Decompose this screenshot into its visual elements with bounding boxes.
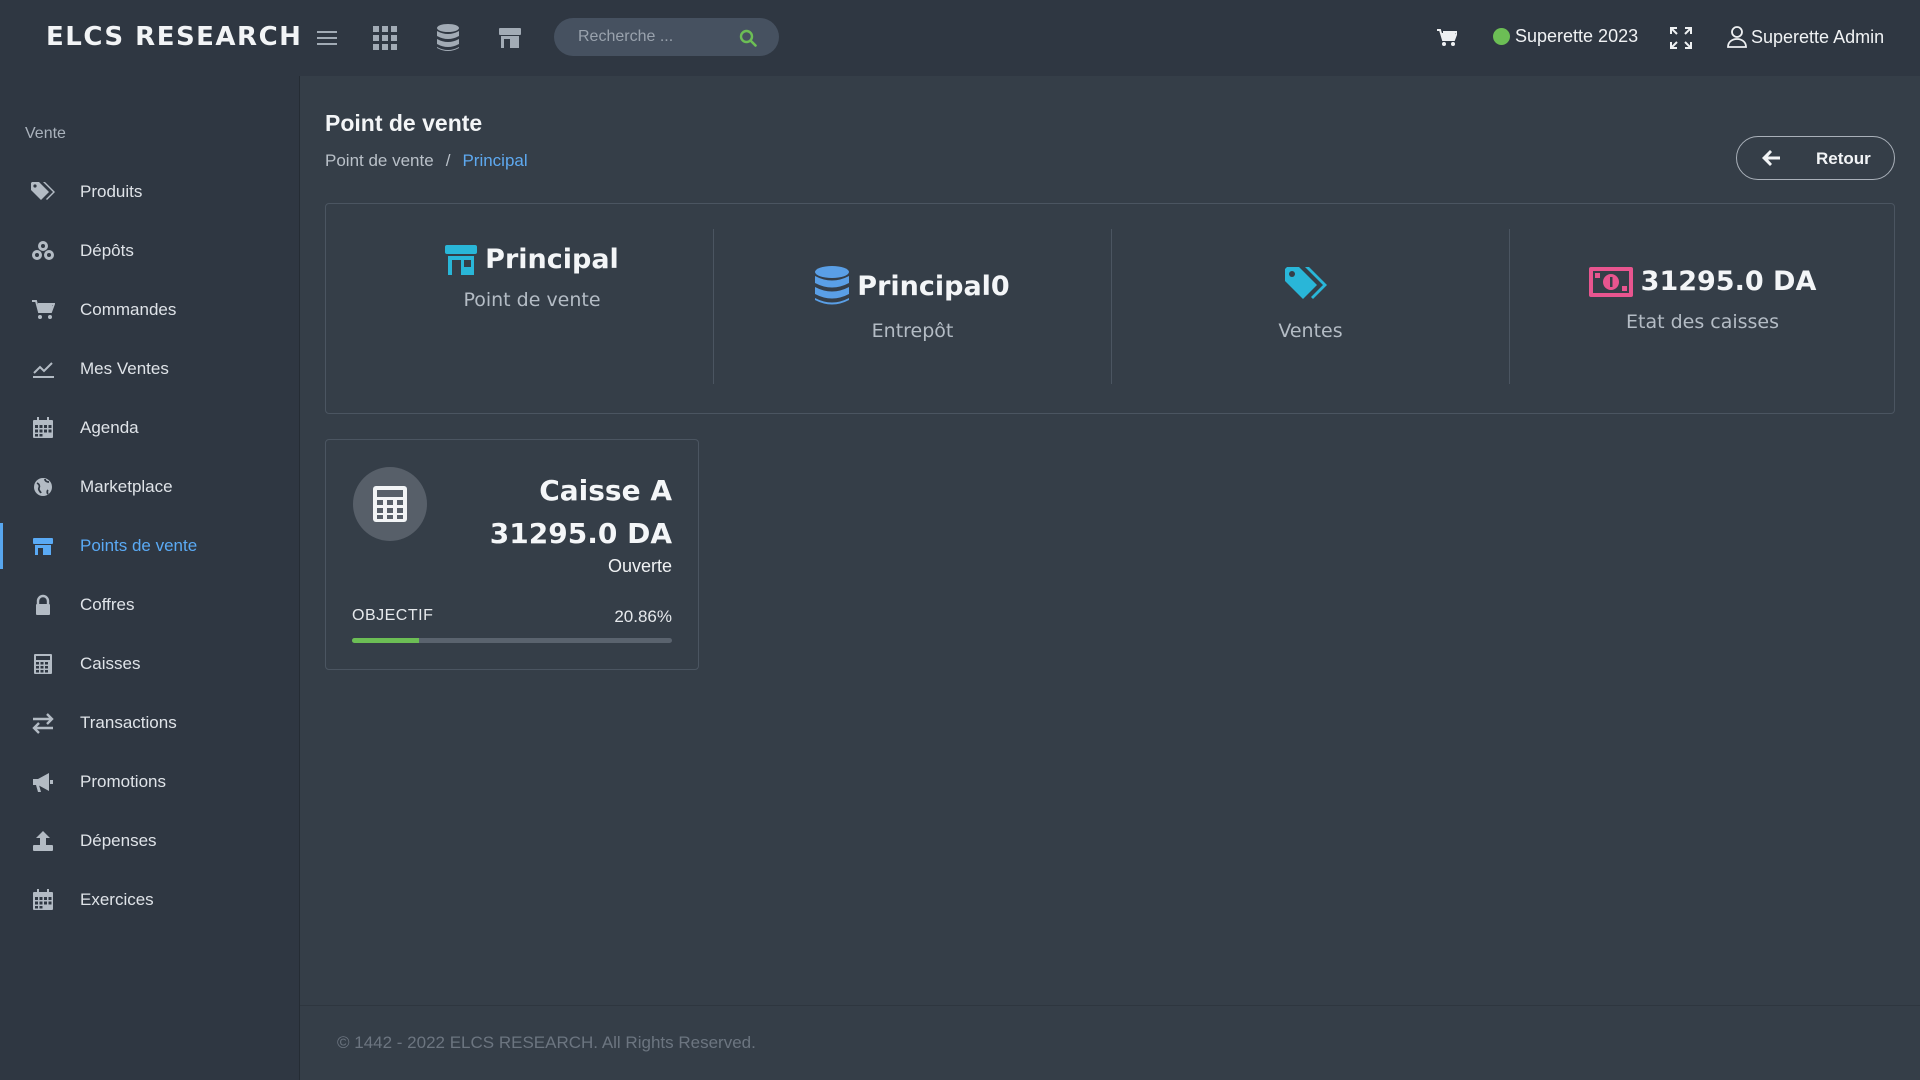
store-icon[interactable] <box>494 22 526 54</box>
sidebar-item-label: Produits <box>80 182 143 201</box>
sidebar-item-depenses[interactable]: Dépenses <box>0 818 299 864</box>
store-icon <box>445 244 478 275</box>
sidebar-item-label: Exercices <box>80 890 154 909</box>
chart-line-icon <box>33 362 54 378</box>
objective-label: OBJECTIF <box>352 607 434 624</box>
arrow-left-icon <box>1762 150 1780 166</box>
stat-value: 31295.0 DA <box>1640 266 1817 297</box>
sidebar-item-label: Mes Ventes <box>80 359 169 378</box>
database-icon <box>815 266 850 305</box>
stat-value: Principal0 <box>857 270 1010 302</box>
sidebar-item-label: Points de vente <box>80 536 198 555</box>
sidebar-item-label: Commandes <box>80 300 177 319</box>
sidebar-item-mes-ventes[interactable]: Mes Ventes <box>0 346 299 392</box>
sidebar-item-caisses[interactable]: Caisses <box>0 641 299 687</box>
objective-progress-bar <box>352 638 672 643</box>
megaphone-icon <box>33 773 53 792</box>
user-icon <box>1727 26 1747 48</box>
sidebar-item-produits[interactable]: Produits <box>0 169 299 215</box>
search-box <box>554 18 779 56</box>
cart-icon[interactable] <box>1431 22 1463 54</box>
globe-icon <box>34 478 52 496</box>
sidebar-item-points-de-vente[interactable]: Points de vente <box>0 523 299 569</box>
sidebar-item-label: Marketplace <box>80 477 173 496</box>
boxes-icon <box>32 241 54 260</box>
sidebar-item-exercices[interactable]: Exercices <box>0 877 299 923</box>
database-icon[interactable] <box>432 22 464 54</box>
calendar-icon <box>33 889 53 910</box>
exchange-icon <box>32 713 54 734</box>
stat-ventes: Ventes <box>1111 229 1509 384</box>
sidebar-item-transactions[interactable]: Transactions <box>0 700 299 746</box>
stat-value: Principal <box>485 244 619 275</box>
sidebar-item-marketplace[interactable]: Marketplace <box>0 464 299 510</box>
status-online-icon <box>1493 28 1510 45</box>
breadcrumb-separator: / <box>445 151 451 170</box>
summary-panel: Principal Point de vente Principal0 Entr… <box>325 203 1895 414</box>
company-name: Superette 2023 <box>1515 26 1639 46</box>
copyright-text: © 1442 - 2022 ELCS RESEARCH. All Rights … <box>337 1033 756 1052</box>
search-input[interactable] <box>578 18 738 56</box>
objective-percent: 20.86% <box>614 607 672 626</box>
sidebar-item-label: Dépenses <box>80 831 157 850</box>
register-amount: 31295.0 DA <box>489 517 672 550</box>
tags-icon <box>31 182 55 200</box>
user-name: Superette Admin <box>1751 26 1885 47</box>
store-icon <box>33 538 53 555</box>
register-card[interactable]: Caisse A 31295.0 DA Ouverte OBJECTIF 20.… <box>325 439 699 670</box>
stat-label: Entrepôt <box>871 320 954 342</box>
stat-entrepot: Principal0 Entrepôt <box>713 229 1111 384</box>
cart-icon <box>32 300 55 319</box>
stat-label: Etat des caisses <box>1625 311 1780 333</box>
objective-progress-fill <box>352 638 419 643</box>
menu-toggle-icon[interactable] <box>311 22 343 54</box>
sidebar-item-label: Promotions <box>80 772 166 791</box>
footer: © 1442 - 2022 ELCS RESEARCH. All Rights … <box>300 1005 1920 1080</box>
sidebar-item-coffres[interactable]: Coffres <box>0 582 299 628</box>
sidebar-item-label: Dépôts <box>80 241 134 260</box>
calculator-icon <box>373 486 407 522</box>
money-bill-icon <box>1588 266 1633 297</box>
register-name: Caisse A <box>539 474 672 507</box>
breadcrumb: Point de vente / Principal <box>325 151 528 171</box>
sidebar-item-promotions[interactable]: Promotions <box>0 759 299 805</box>
lock-icon <box>36 594 50 615</box>
user-menu[interactable]: Superette Admin <box>1727 26 1884 48</box>
sidebar: Vente Produits Dépôts Commandes Mes Vent… <box>0 76 300 1080</box>
stat-label: Ventes <box>1278 320 1343 342</box>
back-button[interactable]: Retour <box>1736 136 1895 180</box>
sidebar-item-label: Coffres <box>80 595 135 614</box>
page-title: Point de vente <box>325 110 483 136</box>
brand-logo[interactable]: ELCS RESEARCH <box>46 22 302 52</box>
sidebar-item-agenda[interactable]: Agenda <box>0 405 299 451</box>
sidebar-item-label: Transactions <box>80 713 177 732</box>
apps-grid-icon[interactable] <box>369 22 401 54</box>
upload-icon <box>33 831 53 851</box>
sidebar-item-label: Caisses <box>80 654 141 673</box>
back-button-label: Retour <box>1816 149 1871 168</box>
calculator-icon <box>34 654 52 674</box>
stat-etat-caisses: 31295.0 DA Etat des caisses <box>1509 229 1895 384</box>
breadcrumb-link[interactable]: Point de vente <box>325 151 434 171</box>
search-icon[interactable] <box>739 29 757 47</box>
fullscreen-icon[interactable] <box>1665 22 1697 54</box>
breadcrumb-current: Principal <box>462 151 528 170</box>
stat-point-de-vente: Principal Point de vente <box>341 244 723 399</box>
stat-label: Point de vente <box>463 289 601 311</box>
tags-icon <box>1284 267 1327 299</box>
register-avatar <box>353 467 427 541</box>
sidebar-section-title: Vente <box>25 125 66 142</box>
calendar-icon <box>33 417 53 438</box>
sidebar-item-label: Agenda <box>80 418 139 437</box>
company-selector[interactable]: Superette 2023 <box>1493 26 1638 47</box>
register-status: Ouverte <box>607 556 672 576</box>
sidebar-item-depots[interactable]: Dépôts <box>0 228 299 274</box>
top-bar: ELCS RESEARCH Superette 2023 <box>0 0 1920 76</box>
sidebar-item-commandes[interactable]: Commandes <box>0 287 299 333</box>
